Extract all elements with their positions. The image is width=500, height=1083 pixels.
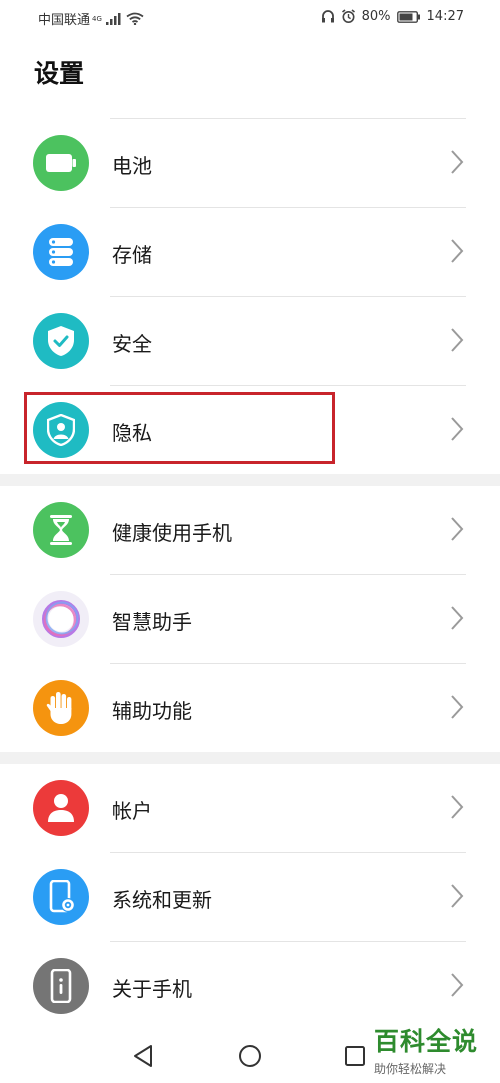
settings-item-label: 存储 bbox=[112, 243, 152, 267]
settings-item-battery[interactable]: 电池 bbox=[0, 119, 500, 207]
settings-item-label: 系统和更新 bbox=[112, 888, 212, 912]
highlight-box bbox=[24, 392, 335, 464]
storage-icon bbox=[33, 224, 89, 280]
phone-info-icon bbox=[33, 958, 89, 1014]
hand-icon bbox=[33, 680, 89, 736]
chevron-right-icon bbox=[451, 328, 464, 352]
person-icon bbox=[33, 780, 89, 836]
chevron-right-icon bbox=[451, 884, 464, 908]
battery-status-icon bbox=[396, 10, 420, 23]
status-bar: 中国联通 4G 80% 14:27 bbox=[0, 0, 500, 34]
settings-item-label: 安全 bbox=[112, 332, 152, 356]
recents-button[interactable] bbox=[344, 1044, 366, 1068]
group-divider bbox=[0, 752, 500, 764]
chevron-right-icon bbox=[451, 417, 464, 441]
settings-item-label: 关于手机 bbox=[112, 977, 192, 1001]
settings-item-account[interactable]: 帐户 bbox=[0, 764, 500, 852]
settings-item-smart-assistant[interactable]: 智慧助手 bbox=[0, 575, 500, 663]
watermark: 百科全说 助你轻松解决 bbox=[374, 1022, 494, 1077]
carrier-name: 中国联通 bbox=[38, 13, 91, 28]
chevron-right-icon bbox=[451, 795, 464, 819]
alarm-icon bbox=[341, 9, 355, 23]
headset-icon bbox=[321, 10, 334, 23]
wifi-icon bbox=[126, 12, 144, 25]
chevron-right-icon bbox=[451, 239, 464, 263]
back-button[interactable] bbox=[132, 1044, 154, 1068]
settings-item-label: 健康使用手机 bbox=[112, 521, 232, 545]
page-title: 设置 bbox=[34, 59, 85, 88]
assistant-orb-icon bbox=[33, 591, 89, 647]
group-divider bbox=[0, 474, 500, 486]
settings-item-security[interactable]: 安全 bbox=[0, 297, 500, 385]
status-left: 中国联通 4G bbox=[38, 9, 144, 28]
hourglass-icon bbox=[33, 502, 89, 558]
shield-check-icon bbox=[33, 313, 89, 369]
clock: 14:27 bbox=[426, 9, 464, 24]
settings-item-label: 电池 bbox=[112, 154, 152, 178]
phone-gear-icon bbox=[33, 869, 89, 925]
chevron-right-icon bbox=[451, 695, 464, 719]
chevron-right-icon bbox=[451, 150, 464, 174]
settings-item-accessibility[interactable]: 辅助功能 bbox=[0, 664, 500, 752]
settings-item-label: 帐户 bbox=[112, 799, 152, 823]
chevron-right-icon bbox=[451, 606, 464, 630]
settings-item-storage[interactable]: 存储 bbox=[0, 208, 500, 296]
chevron-right-icon bbox=[451, 517, 464, 541]
settings-item-label: 智慧助手 bbox=[112, 610, 192, 634]
settings-item-system-update[interactable]: 系统和更新 bbox=[0, 853, 500, 941]
home-button[interactable] bbox=[238, 1044, 262, 1068]
network-type: 4G bbox=[92, 14, 102, 23]
status-right: 80% 14:27 bbox=[321, 9, 464, 24]
watermark-subtitle: 助你轻松解决 bbox=[374, 1062, 447, 1076]
battery-percent: 80% bbox=[361, 9, 391, 24]
settings-item-digital-balance[interactable]: 健康使用手机 bbox=[0, 486, 500, 574]
settings-item-about-phone[interactable]: 关于手机 bbox=[0, 942, 500, 1030]
watermark-title: 百科全说 bbox=[374, 1027, 479, 1056]
settings-item-label: 辅助功能 bbox=[112, 699, 192, 723]
battery-icon bbox=[33, 135, 89, 191]
chevron-right-icon bbox=[451, 973, 464, 997]
signal-icon bbox=[105, 12, 121, 25]
